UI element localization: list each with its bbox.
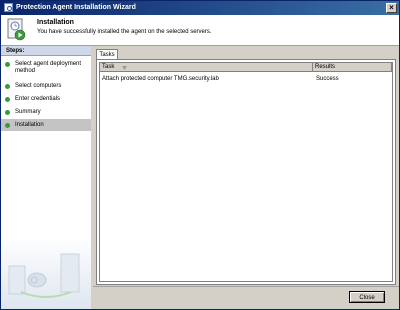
step-complete-icon (5, 84, 10, 89)
task-cell: Attach protected computer TMG.security.l… (102, 76, 219, 82)
window-close-button[interactable]: × (386, 3, 397, 13)
column-label: Task (102, 64, 115, 70)
tasks-area: Tasks Task Results Attach protected comp… (93, 46, 399, 286)
step-item-deployment-method: Select agent deployment method (1, 61, 91, 75)
step-item-installation: Installation (1, 119, 91, 131)
step-item-summary: Summary (1, 109, 91, 116)
step-label: Installation (15, 122, 44, 128)
column-header-task[interactable]: Task (100, 63, 313, 72)
step-item-credentials: Enter credentials (1, 96, 91, 103)
step-complete-icon (5, 110, 10, 115)
sort-arrow-icon (122, 66, 127, 70)
step-complete-icon (5, 62, 10, 67)
tab-tasks[interactable]: Tasks (96, 49, 118, 59)
footer-bar: Close (93, 286, 399, 309)
app-icon (4, 3, 13, 12)
installation-icon (7, 18, 26, 41)
page-title: Installation (37, 19, 74, 26)
decorative-servers-graphic (1, 236, 91, 309)
step-label: Enter credentials (15, 96, 61, 102)
step-complete-icon (5, 97, 10, 102)
step-label: Select agent deployment method (15, 61, 82, 74)
step-label: Select computers (15, 83, 62, 89)
title-bar[interactable]: Protection Agent Installation Wizard × (1, 1, 399, 15)
wizard-window: Protection Agent Installation Wizard × I… (0, 0, 400, 310)
steps-sidebar: Steps: Select agent deployment method Se… (1, 46, 91, 309)
column-header-results[interactable]: Results (313, 63, 392, 72)
result-cell: Success (316, 76, 339, 82)
tasks-table: Task Results Attach protected computer T… (99, 62, 393, 282)
step-current-icon (5, 122, 10, 128)
column-label: Results (315, 64, 336, 70)
step-item-select-computers: Select computers (1, 83, 91, 90)
close-button[interactable]: Close (349, 291, 385, 303)
step-label: Summary (15, 109, 41, 115)
wizard-header: Installation You have successfully insta… (1, 15, 399, 46)
window-title: Protection Agent Installation Wizard (16, 4, 136, 11)
steps-heading: Steps: (1, 46, 91, 56)
tasks-panel: Task Results Attach protected computer T… (96, 59, 396, 285)
page-subtitle: You have successfully installed the agen… (37, 29, 212, 35)
